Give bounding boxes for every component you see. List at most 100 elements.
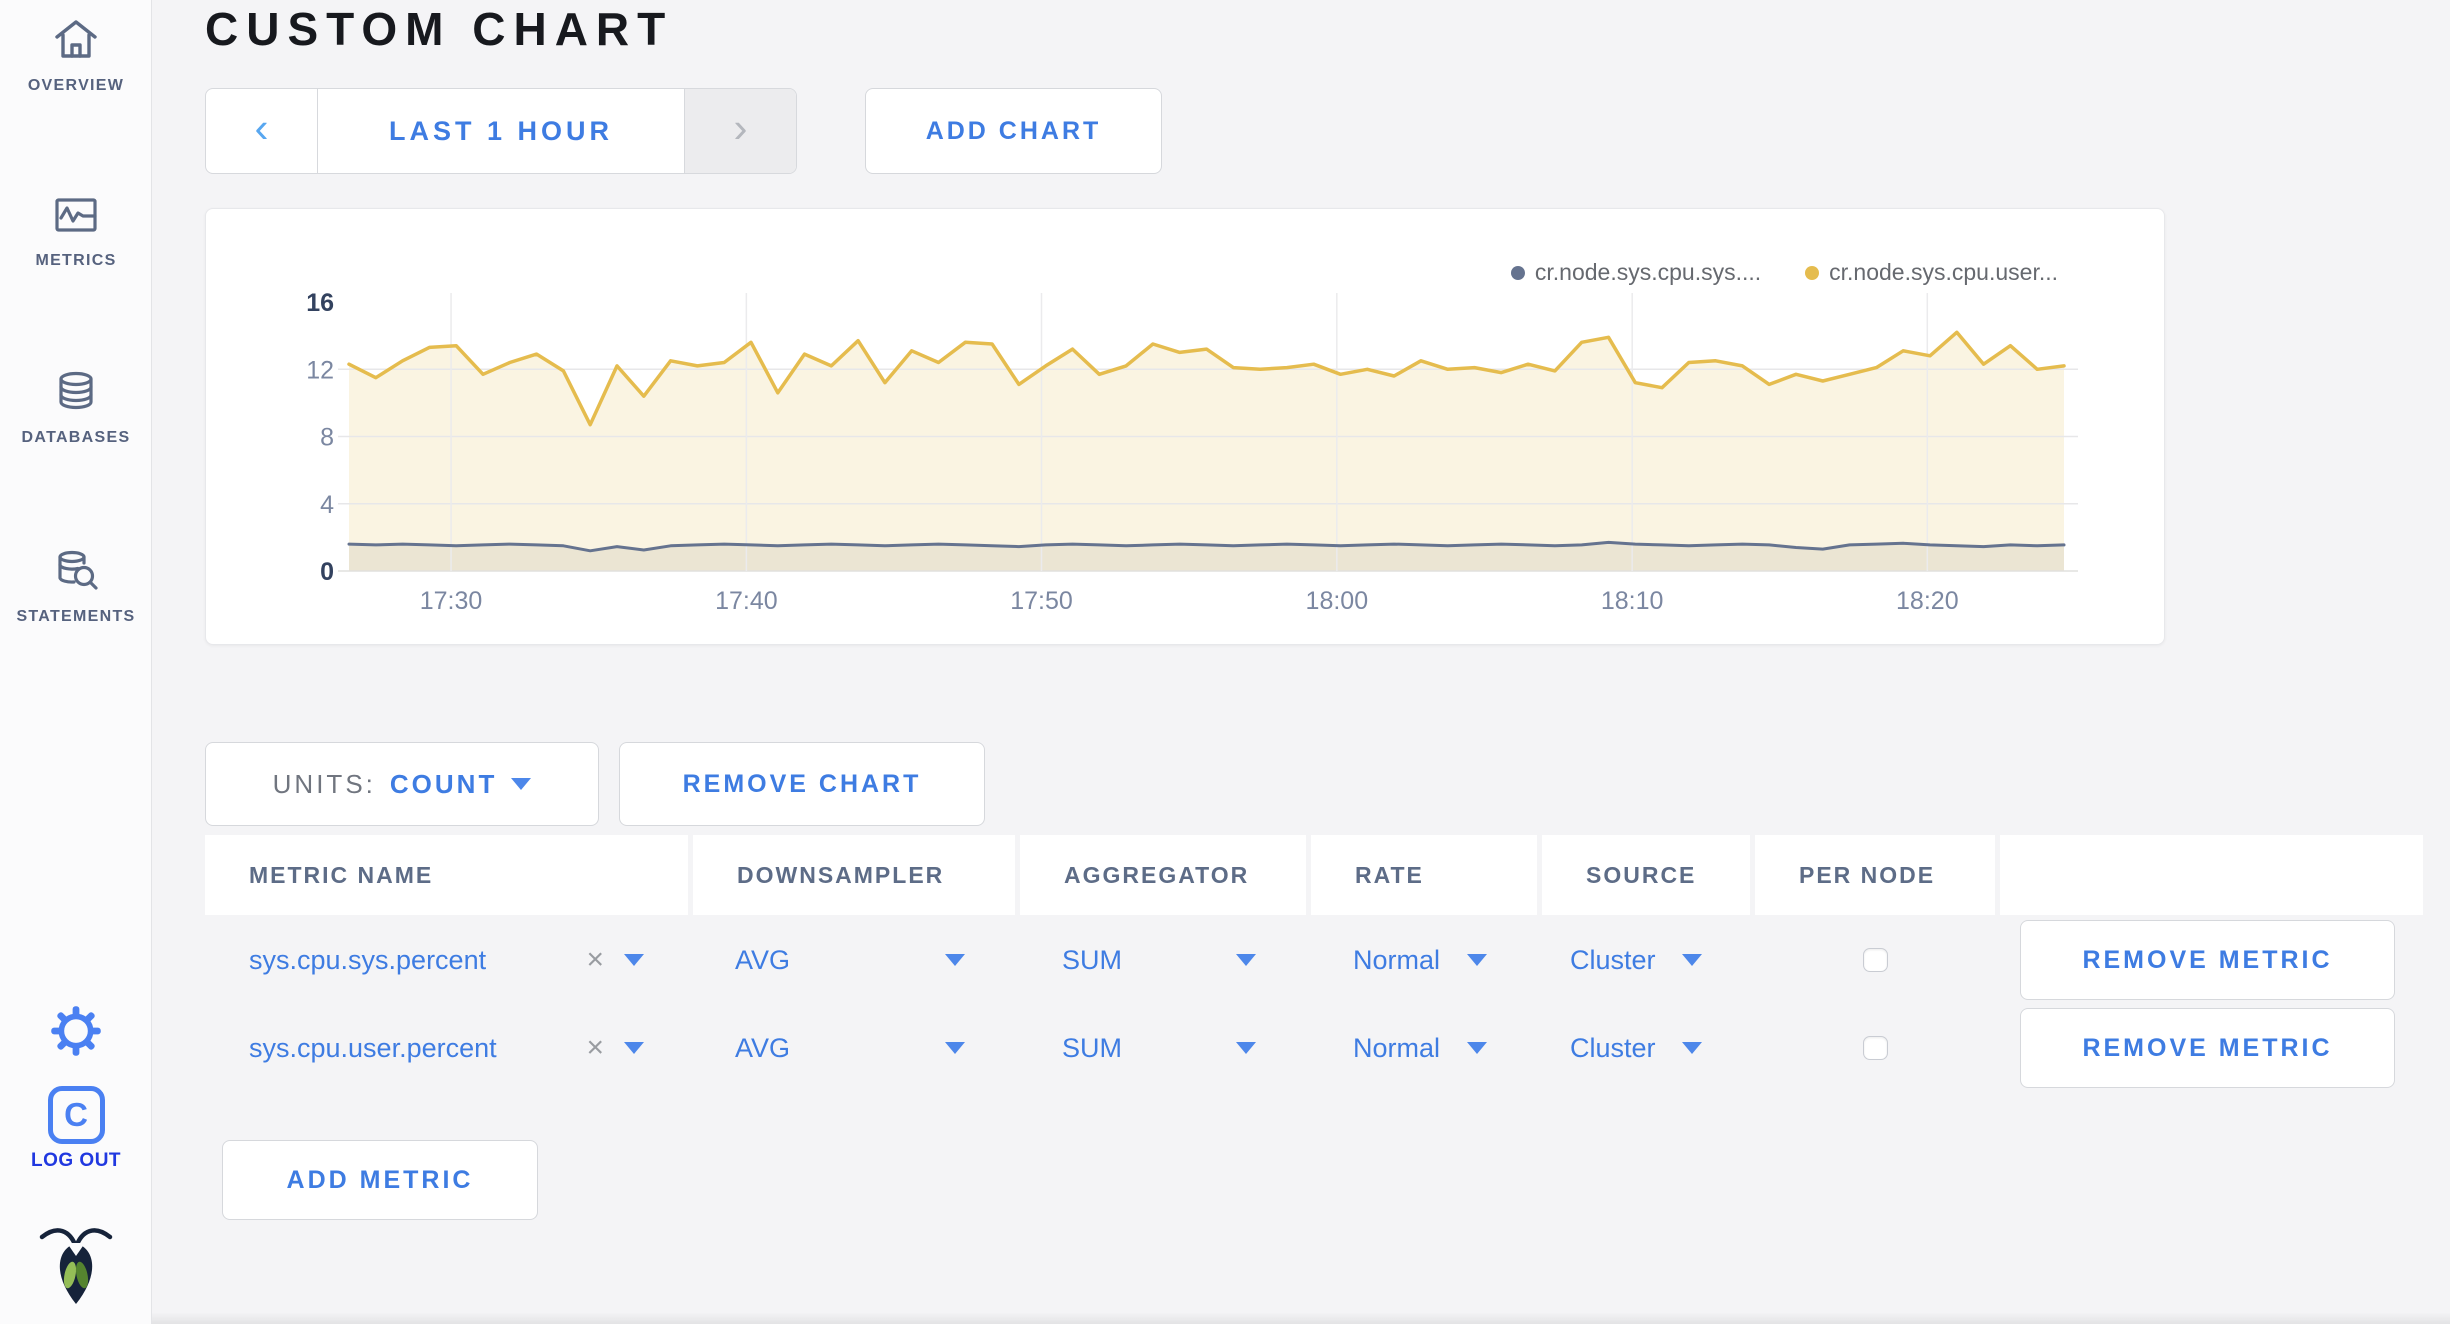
column-header-per-node: PER NODE <box>1755 835 1995 915</box>
rate-value: Normal <box>1353 944 1441 975</box>
legend-dot-sys <box>1510 265 1525 280</box>
downsampler-select[interactable]: AVG <box>693 920 1015 1000</box>
chevron-down-icon <box>1467 954 1487 966</box>
chevron-down-icon <box>511 778 532 790</box>
sidebar-item-label: METRICS <box>35 252 117 269</box>
sidebar-item-label: STATEMENTS <box>16 608 136 625</box>
sidebar-item-statements[interactable]: STATEMENTS <box>0 547 152 626</box>
time-window-dropdown[interactable]: LAST 1 HOUR <box>318 89 684 173</box>
sidebar: OVERVIEW METRICS DATABASES STATEMENTS C … <box>0 0 152 1324</box>
per-node-checkbox[interactable] <box>1862 948 1888 972</box>
column-header-metric-name: METRIC NAME <box>205 835 688 915</box>
chevron-down-icon <box>945 1042 965 1054</box>
legend-dot-user <box>1805 265 1820 280</box>
svg-text:12: 12 <box>306 356 334 384</box>
aggregator-select[interactable]: SUM <box>1020 920 1306 1000</box>
units-dropdown[interactable]: UNITS: COUNT <box>205 742 599 826</box>
sidebar-item-databases[interactable]: DATABASES <box>0 368 152 447</box>
add-metric-button[interactable]: ADD METRIC <box>222 1140 538 1220</box>
cockroach-bug-icon <box>37 1222 115 1315</box>
units-label: UNITS: <box>272 768 376 799</box>
clear-icon[interactable]: × <box>586 1033 604 1063</box>
metric-name-select[interactable]: sys.cpu.sys.percent × <box>205 920 688 1000</box>
sidebar-item-overview[interactable]: OVERVIEW <box>0 16 152 95</box>
remove-chart-button[interactable]: REMOVE CHART <box>619 742 985 826</box>
chevron-down-icon <box>1467 1042 1487 1054</box>
source-select[interactable]: Cluster <box>1542 920 1750 1000</box>
remove-metric-button[interactable]: REMOVE METRIC <box>2020 920 2395 1000</box>
rate-select[interactable]: Normal <box>1311 920 1537 1000</box>
svg-text:18:20: 18:20 <box>1896 587 1959 615</box>
units-value: COUNT <box>389 768 498 799</box>
metrics-table-header: METRIC NAME DOWNSAMPLER AGGREGATOR RATE … <box>205 835 2423 915</box>
sidebar-item-label: OVERVIEW <box>27 77 125 94</box>
source-value: Cluster <box>1570 944 1656 975</box>
rate-value: Normal <box>1353 1032 1441 1063</box>
gear-icon <box>49 1004 103 1063</box>
chart-legend: cr.node.sys.cpu.sys.... cr.node.sys.cpu.… <box>1510 259 2058 286</box>
legend-item[interactable]: cr.node.sys.cpu.user... <box>1805 259 2058 286</box>
cockroach-c-icon: C <box>47 1086 105 1144</box>
chevron-down-icon[interactable] <box>624 1042 644 1054</box>
svg-text:17:40: 17:40 <box>715 587 778 615</box>
svg-text:18:00: 18:00 <box>1306 587 1369 615</box>
sidebar-item-metrics[interactable]: METRICS <box>0 191 152 270</box>
scroll-shadow <box>152 1312 2450 1324</box>
source-select[interactable]: Cluster <box>1542 1008 1750 1088</box>
source-value: Cluster <box>1570 1032 1656 1063</box>
settings-button[interactable] <box>0 1004 152 1063</box>
aggregator-select[interactable]: SUM <box>1020 1008 1306 1088</box>
chevron-down-icon <box>1682 1042 1702 1054</box>
legend-label: cr.node.sys.cpu.user... <box>1829 259 2058 285</box>
downsampler-value: AVG <box>735 944 791 975</box>
column-header-downsampler: DOWNSAMPLER <box>693 835 1015 915</box>
column-header-source: SOURCE <box>1542 835 1750 915</box>
time-window-control: ‹ LAST 1 HOUR › <box>205 88 797 174</box>
home-icon <box>51 16 101 69</box>
remove-metric-button[interactable]: REMOVE METRIC <box>2020 1008 2395 1088</box>
chart-card: cr.node.sys.cpu.sys.... cr.node.sys.cpu.… <box>205 208 2165 645</box>
chevron-down-icon[interactable] <box>624 954 644 966</box>
svg-text:0: 0 <box>320 558 334 586</box>
cockroachdb-logo <box>0 1222 152 1315</box>
column-header-actions <box>2000 835 2423 915</box>
svg-text:18:10: 18:10 <box>1601 587 1664 615</box>
custom-chart-page: OVERVIEW METRICS DATABASES STATEMENTS C … <box>0 0 2450 1324</box>
downsampler-value: AVG <box>735 1032 791 1063</box>
chevron-down-icon <box>1236 954 1256 966</box>
legend-item[interactable]: cr.node.sys.cpu.sys.... <box>1510 259 1762 286</box>
chevron-down-icon <box>1236 1042 1256 1054</box>
logout-button[interactable]: C LOG OUT <box>0 1086 152 1172</box>
clear-icon[interactable]: × <box>586 945 604 975</box>
metric-name-value: sys.cpu.user.percent <box>249 1032 497 1063</box>
metric-name-select[interactable]: sys.cpu.user.percent × <box>205 1008 688 1088</box>
metric-name-value: sys.cpu.sys.percent <box>249 944 487 975</box>
svg-text:17:30: 17:30 <box>420 587 483 615</box>
sidebar-item-label: DATABASES <box>21 429 131 446</box>
per-node-checkbox[interactable] <box>1862 1036 1888 1060</box>
add-chart-button[interactable]: ADD CHART <box>865 88 1162 174</box>
per-node-cell <box>1755 1008 1995 1088</box>
legend-label: cr.node.sys.cpu.sys.... <box>1534 259 1762 285</box>
time-window-prev-button[interactable]: ‹ <box>206 89 318 173</box>
aggregator-value: SUM <box>1062 1032 1122 1063</box>
chevron-right-icon: › <box>733 104 748 151</box>
downsampler-select[interactable]: AVG <box>693 1008 1015 1088</box>
svg-text:16: 16 <box>306 289 334 317</box>
chevron-left-icon: ‹ <box>254 104 269 151</box>
metrics-icon <box>51 191 101 244</box>
column-header-aggregator: AGGREGATOR <box>1020 835 1306 915</box>
logout-label: LOG OUT <box>30 1150 122 1171</box>
per-node-cell <box>1755 920 1995 1000</box>
chevron-down-icon <box>945 954 965 966</box>
chevron-down-icon <box>1682 954 1702 966</box>
aggregator-value: SUM <box>1062 944 1122 975</box>
svg-text:4: 4 <box>320 491 334 519</box>
database-icon <box>51 368 101 421</box>
statements-icon <box>51 547 101 600</box>
svg-text:17:50: 17:50 <box>1010 587 1073 615</box>
column-header-rate: RATE <box>1311 835 1537 915</box>
rate-select[interactable]: Normal <box>1311 1008 1537 1088</box>
svg-text:8: 8 <box>320 424 334 452</box>
time-window-next-button[interactable]: › <box>684 89 796 173</box>
